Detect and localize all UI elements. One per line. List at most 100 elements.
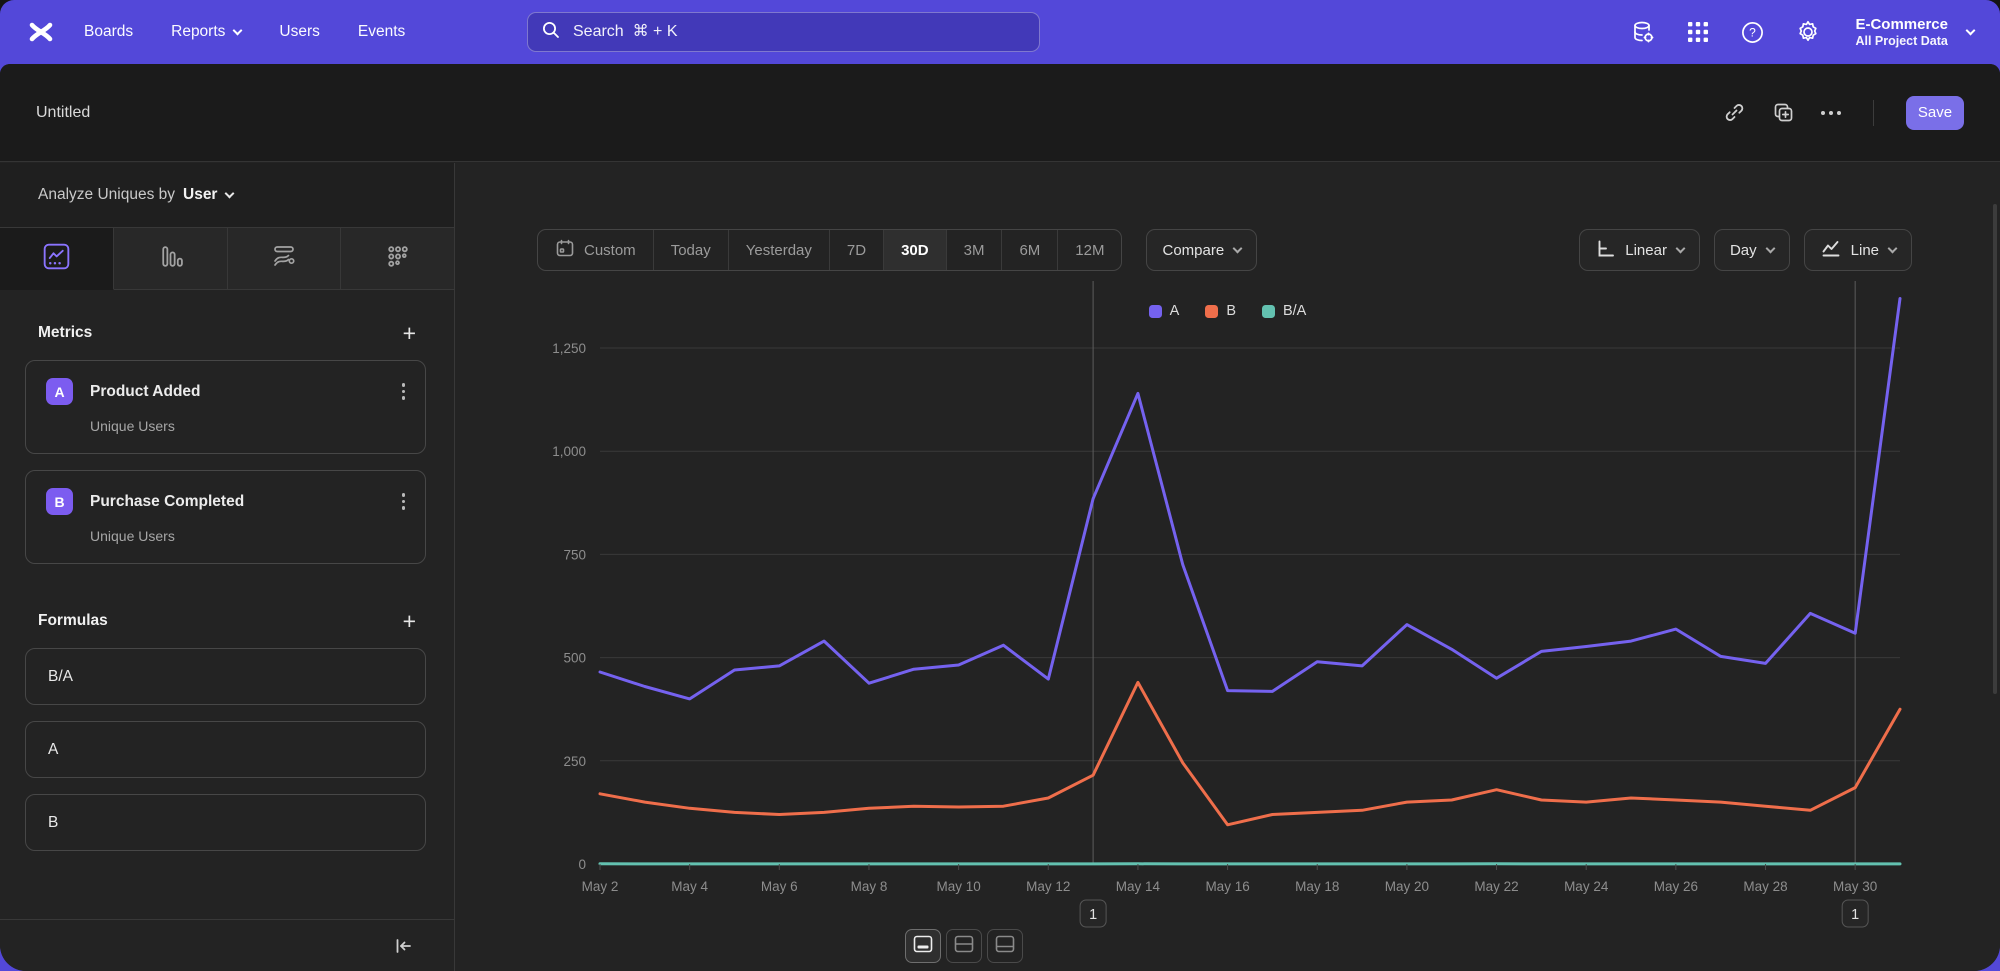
y-axis-tick-label: 500 xyxy=(563,651,586,666)
metric-subtitle: Unique Users xyxy=(90,528,407,544)
kebab-menu-icon[interactable] xyxy=(400,491,408,512)
date-range-3m[interactable]: 3M xyxy=(947,230,1003,270)
analyze-value-dropdown[interactable]: User xyxy=(183,186,217,204)
series-line-b[interactable] xyxy=(600,682,1900,824)
dot-grid-icon xyxy=(384,243,411,275)
y-axis-tick-label: 1,250 xyxy=(552,341,586,356)
date-range-control: CustomTodayYesterday 7D 30D3M 6M 12M xyxy=(537,229,1122,271)
x-axis-tick-label: May 14 xyxy=(1116,879,1161,894)
date-range-7d[interactable]: 7D xyxy=(830,230,884,270)
global-search[interactable] xyxy=(527,12,1040,52)
report-title[interactable]: Untitled xyxy=(36,104,90,122)
nav-item-label: Boards xyxy=(84,23,133,41)
save-button[interactable]: Save xyxy=(1906,96,1964,130)
metric-badge: B xyxy=(46,488,73,515)
annotation-badge-label: 1 xyxy=(1089,907,1097,923)
mixpanel-logo-icon[interactable] xyxy=(26,17,56,47)
x-axis-tick-label: May 16 xyxy=(1205,879,1249,894)
compare-button[interactable]: Compare xyxy=(1146,229,1257,271)
search-input[interactable] xyxy=(571,22,1026,42)
metric-card[interactable]: BPurchase CompletedUnique Users xyxy=(25,470,426,564)
add-formula-button[interactable]: + xyxy=(403,612,416,630)
x-axis-tick-label: May 6 xyxy=(761,879,798,894)
x-axis-tick-label: May 26 xyxy=(1654,879,1698,894)
metric-card[interactable]: AProduct AddedUnique Users xyxy=(25,360,426,454)
date-range-custom[interactable]: Custom xyxy=(538,230,654,270)
tab-bar-chart[interactable] xyxy=(114,228,228,290)
app-window: Boards Reports Users Events xyxy=(0,0,2000,971)
nav-item-users[interactable]: Users xyxy=(279,23,319,41)
chart-style-selector[interactable]: Line xyxy=(1804,229,1912,271)
layout-table-icon[interactable] xyxy=(987,929,1023,963)
chevron-down-icon xyxy=(233,25,243,35)
layout-table-icon xyxy=(995,935,1015,958)
nav-item-boards[interactable]: Boards xyxy=(84,23,133,41)
interval-selector[interactable]: Day xyxy=(1714,229,1790,271)
report-header: Untitled xyxy=(0,64,2000,162)
tab-flow-chart[interactable] xyxy=(228,228,342,290)
data-management-icon[interactable] xyxy=(1630,19,1656,45)
flow-chart-icon xyxy=(270,242,298,275)
date-range-label: 6M xyxy=(1019,242,1040,259)
chevron-down-icon xyxy=(225,188,235,198)
scale-selector[interactable]: Linear xyxy=(1579,229,1700,271)
date-range-label: 7D xyxy=(847,242,866,259)
help-icon[interactable]: ? xyxy=(1740,20,1765,45)
metrics-title: Metrics xyxy=(38,324,92,342)
project-switcher[interactable]: E-Commerce All Project Data xyxy=(1855,16,1974,49)
chart-type-tabs xyxy=(0,228,454,290)
search-icon xyxy=(541,20,561,45)
link-icon[interactable] xyxy=(1723,101,1746,124)
formulas-title: Formulas xyxy=(38,612,108,630)
layout-split-icon[interactable] xyxy=(946,929,982,963)
divider xyxy=(1873,100,1874,126)
layout-chart-and-table-icon[interactable] xyxy=(905,929,941,963)
chevron-down-icon xyxy=(1765,243,1775,253)
formula-card[interactable]: A xyxy=(25,721,426,778)
analyze-row: Analyze Uniques by User xyxy=(0,163,454,228)
x-axis-tick-label: May 2 xyxy=(582,879,619,894)
project-subtitle: All Project Data xyxy=(1855,34,1948,48)
svg-text:?: ? xyxy=(1750,25,1757,39)
formula-card[interactable]: B/A xyxy=(25,648,426,705)
date-range-label: 12M xyxy=(1075,242,1104,259)
apps-grid-icon[interactable] xyxy=(1686,20,1710,44)
x-axis-tick-label: May 24 xyxy=(1564,879,1609,894)
y-axis-tick-label: 0 xyxy=(578,857,586,872)
add-metric-button[interactable]: + xyxy=(403,324,416,342)
formula-card[interactable]: B xyxy=(25,794,426,851)
nav-item-label: Users xyxy=(279,23,319,41)
scrollbar[interactable] xyxy=(1993,204,1997,694)
kebab-menu-icon[interactable] xyxy=(400,381,408,402)
date-range-30d[interactable]: 30D xyxy=(884,230,947,270)
settings-gear-icon[interactable] xyxy=(1795,19,1821,45)
duplicate-icon[interactable] xyxy=(1772,101,1795,124)
metrics-section-header: Metrics + xyxy=(38,324,416,342)
query-builder-sidebar: Analyze Uniques by User xyxy=(0,163,455,971)
scale-label: Linear xyxy=(1625,242,1667,259)
x-axis-tick-label: May 22 xyxy=(1474,879,1518,894)
nav-item-events[interactable]: Events xyxy=(358,23,405,41)
nav-item-reports[interactable]: Reports xyxy=(171,23,241,41)
interval-label: Day xyxy=(1730,242,1757,259)
formulas-list: B/A AB xyxy=(0,632,454,851)
tab-metrics-grid[interactable] xyxy=(341,228,454,290)
x-axis-tick-label: May 4 xyxy=(671,879,708,894)
line-chart: 02505007501,0001,250May 2May 4May 6May 8… xyxy=(455,271,2000,951)
top-nav: Boards Reports Users Events xyxy=(84,23,405,41)
date-range-12m[interactable]: 12M xyxy=(1058,230,1121,270)
x-axis-tick-label: May 28 xyxy=(1743,879,1787,894)
x-axis-tick-label: May 30 xyxy=(1833,879,1877,894)
tab-line-chart[interactable] xyxy=(0,228,114,290)
date-range-yesterday[interactable]: Yesterday xyxy=(729,230,830,270)
annotation-badge-label: 1 xyxy=(1851,907,1859,923)
layout-chart-and-table-icon xyxy=(913,935,933,958)
series-line-a[interactable] xyxy=(600,299,1900,699)
more-icon[interactable] xyxy=(1821,111,1841,115)
x-axis-tick-label: May 10 xyxy=(936,879,980,894)
y-axis-tick-label: 750 xyxy=(563,547,586,562)
date-range-today[interactable]: Today xyxy=(654,230,729,270)
date-range-6m[interactable]: 6M xyxy=(1002,230,1058,270)
collapse-sidebar-icon[interactable] xyxy=(392,935,414,957)
formulas-section-header: Formulas + xyxy=(38,612,416,630)
